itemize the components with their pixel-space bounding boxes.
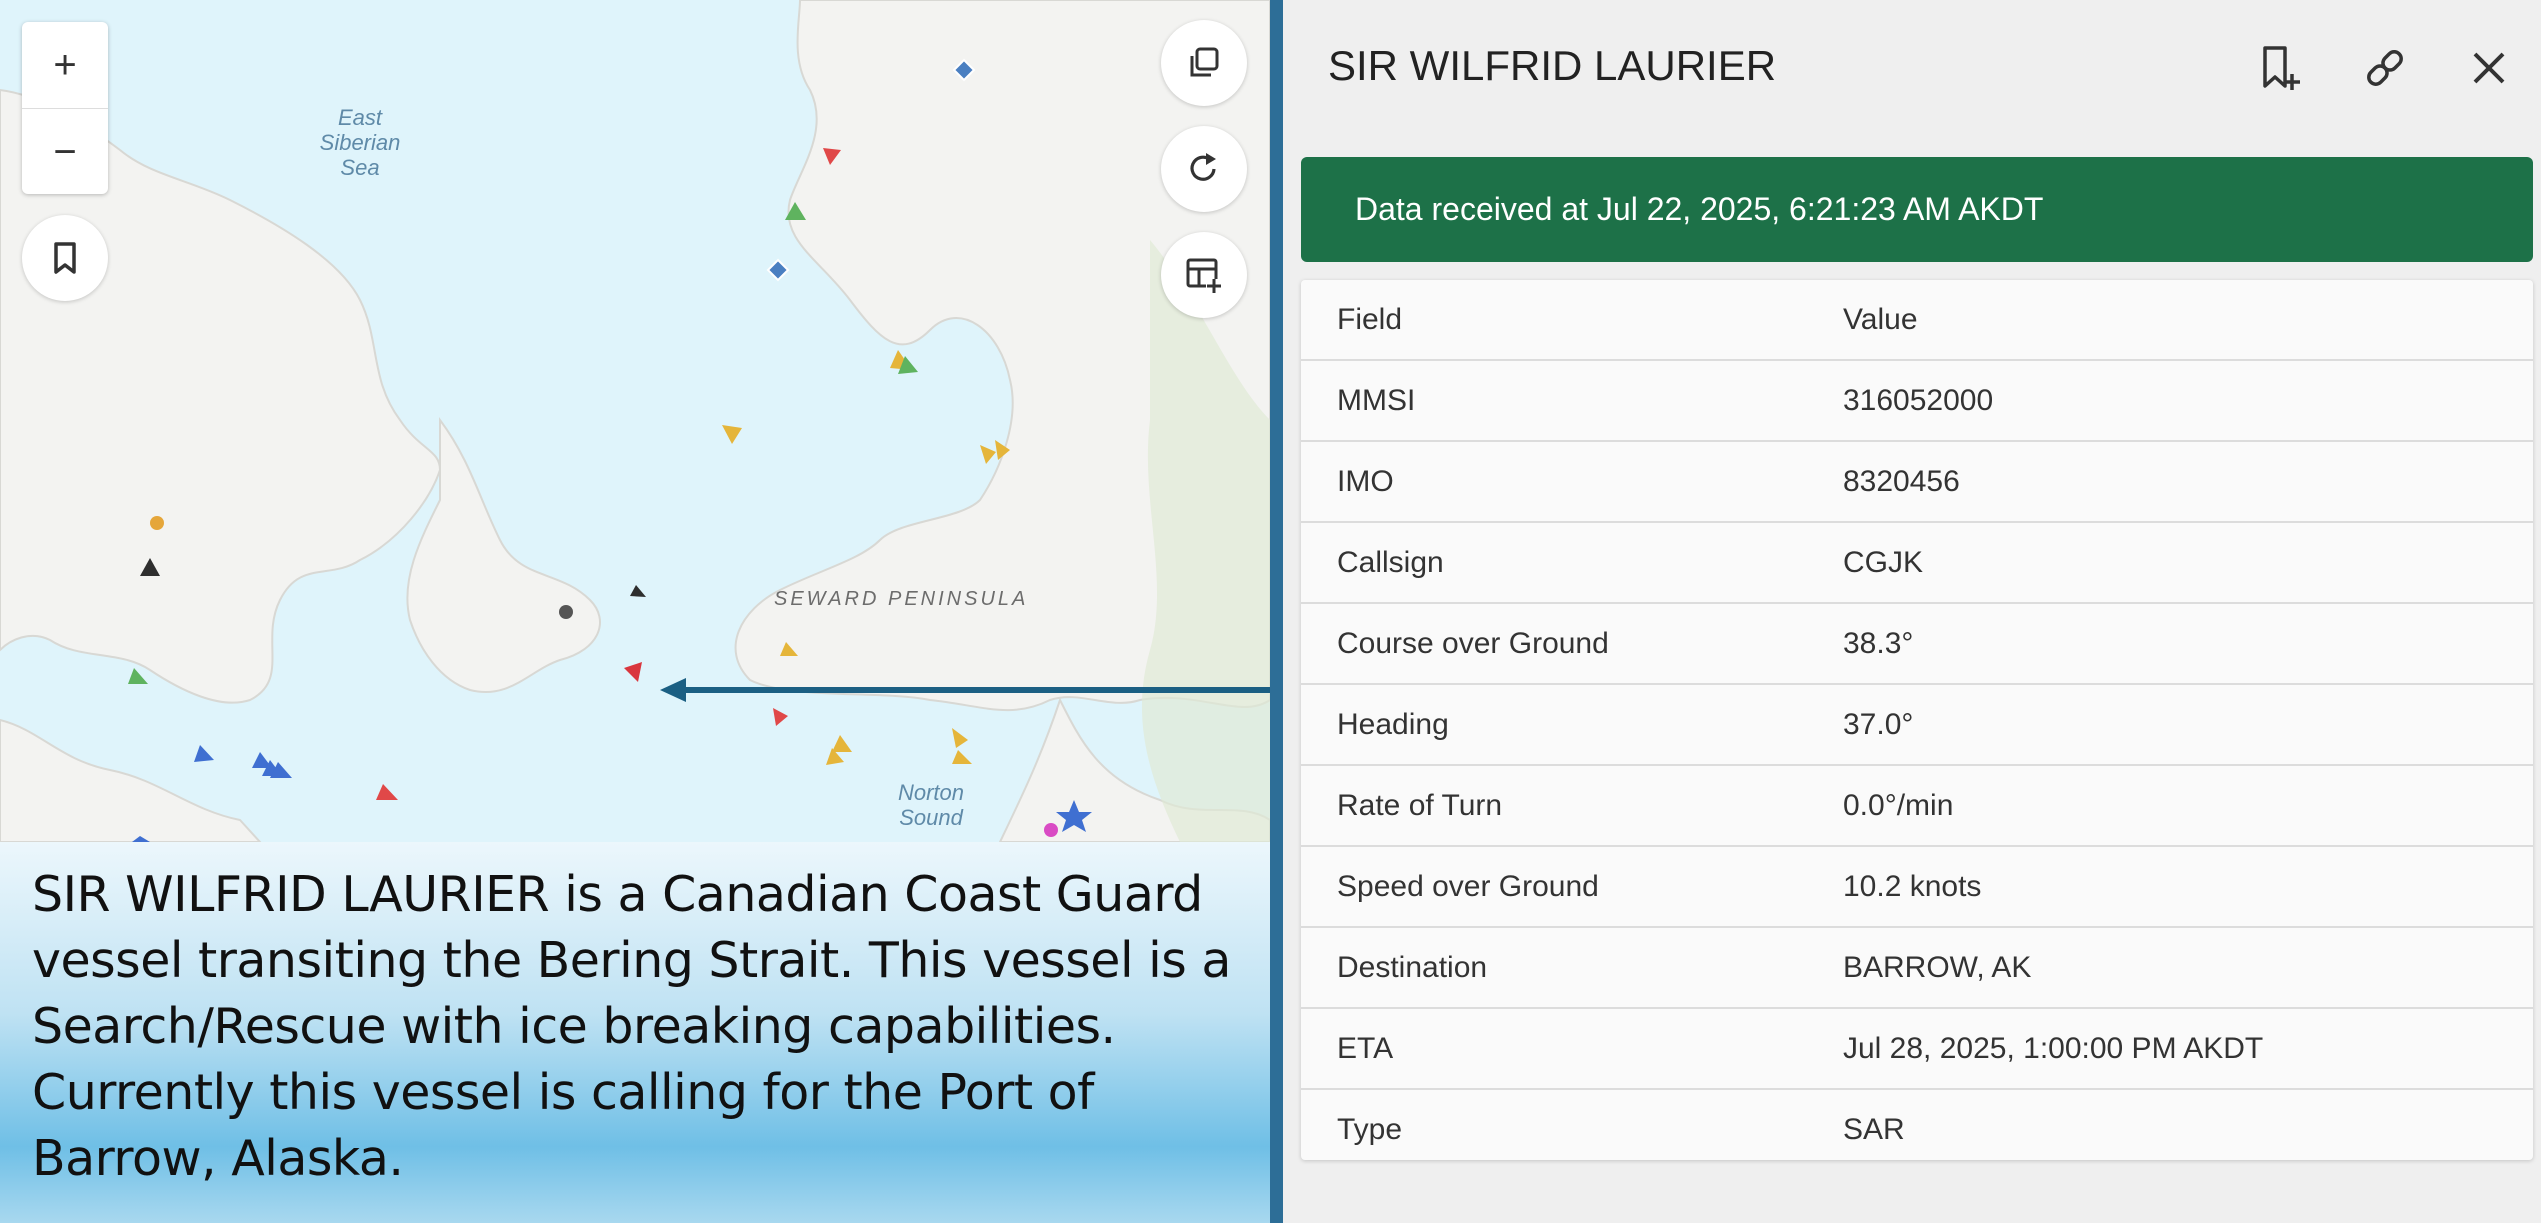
table-row: ETA Jul 28, 2025, 1:00:00 PM AKDT [1301,1008,2533,1090]
table-row: Course over Ground 38.3° [1301,603,2533,685]
close-icon [2473,52,2505,84]
row-field-mmsi: MMSI [1301,360,1807,442]
table-row: MMSI 316052000 [1301,360,2533,442]
column-header-field: Field [1301,280,1807,361]
table-row: Destination BARROW, AK [1301,927,2533,1009]
map-basemap [0,0,1270,842]
vessel-attributes-table: Field Value MMSI 316052000 IMO 8320456 C… [1301,280,2533,1160]
row-value-destination: BARROW, AK [1807,927,2533,1009]
panel-toolbar [2229,38,2541,98]
table-row: Rate of Turn 0.0°/min [1301,765,2533,847]
row-value-mmsi: 316052000 [1807,360,2533,442]
data-received-banner: Data received at Jul 22, 2025, 6:21:23 A… [1301,157,2533,262]
row-field-imo: IMO [1301,441,1807,523]
row-value-type: SAR [1843,1112,1905,1146]
copy-icon [1190,47,1219,77]
table-row: Heading 37.0° [1301,684,2533,766]
row-value-callsign: CGJK [1807,522,2533,604]
caption-text: SIR WILFRID LAURIER is a Canadian Coast … [32,866,1231,1187]
copy-button[interactable] [1161,20,1247,106]
table-add-icon [1186,258,1222,293]
row-field-type: Type [1337,1112,1403,1146]
table-row: Speed over Ground 10.2 knots [1301,846,2533,928]
row-field-rate-of-turn: Rate of Turn [1301,765,1807,847]
map-view[interactable]: East Siberian Sea Norton Sound SEWARD PE… [0,0,1270,842]
row-field-speed: Speed over Ground [1301,846,1807,928]
row-field-destination: Destination [1301,927,1807,1009]
row-value-eta: Jul 28, 2025, 1:00:00 PM AKDT [1807,1008,2533,1090]
row-value-course: 38.3° [1807,603,2533,685]
table-header-row: Field Value [1301,280,2533,361]
link-icon [2367,50,2403,86]
panel-divider[interactable] [1270,0,1283,1223]
zoom-in-button[interactable]: + [22,22,108,108]
row-value-imo: 8320456 [1807,441,2533,523]
row-field-course: Course over Ground [1301,603,1807,685]
bookmark-button[interactable] [22,215,108,301]
refresh-button[interactable] [1161,126,1247,212]
bookmark-icon [54,242,76,274]
table-row: IMO 8320456 [1301,441,2533,523]
water-label-norton-sound: Norton Sound [866,780,996,830]
water-label-line: East Siberian Sea [319,105,401,180]
add-bookmark-button[interactable] [2229,38,2333,98]
land-label-seward-peninsula: SEWARD PENINSULA [774,588,1029,610]
refresh-icon [1190,153,1216,181]
caption-box: SIR WILFRID LAURIER is a Canadian Coast … [0,842,1270,1223]
close-panel-button[interactable] [2437,38,2541,98]
row-value-speed: 10.2 knots [1807,846,2533,928]
row-field-heading: Heading [1301,684,1807,766]
row-value-rate-of-turn: 0.0°/min [1807,765,2533,847]
pointer-arrow [660,678,1270,702]
column-header-value: Value [1807,280,2533,361]
vessel-title: SIR WILFRID LAURIER [1328,42,1777,89]
water-label-line: Norton Sound [897,780,965,830]
vessel-detail-panel: SIR WILFRID LAURIER Data received at Jul… [1283,0,2541,1223]
table-row: Type SAR [1301,1089,2533,1169]
zoom-controls: + − [22,22,108,194]
bookmark-add-icon [2263,46,2300,90]
row-field-eta: ETA [1301,1008,1807,1090]
row-value-heading: 37.0° [1807,684,2533,766]
zoom-out-button[interactable]: − [22,108,108,195]
add-table-button[interactable] [1161,232,1247,318]
copy-link-button[interactable] [2333,38,2437,98]
row-field-callsign: Callsign [1301,522,1807,604]
water-label-east-siberian-sea: East Siberian Sea [290,105,430,180]
table-row: Callsign CGJK [1301,522,2533,604]
